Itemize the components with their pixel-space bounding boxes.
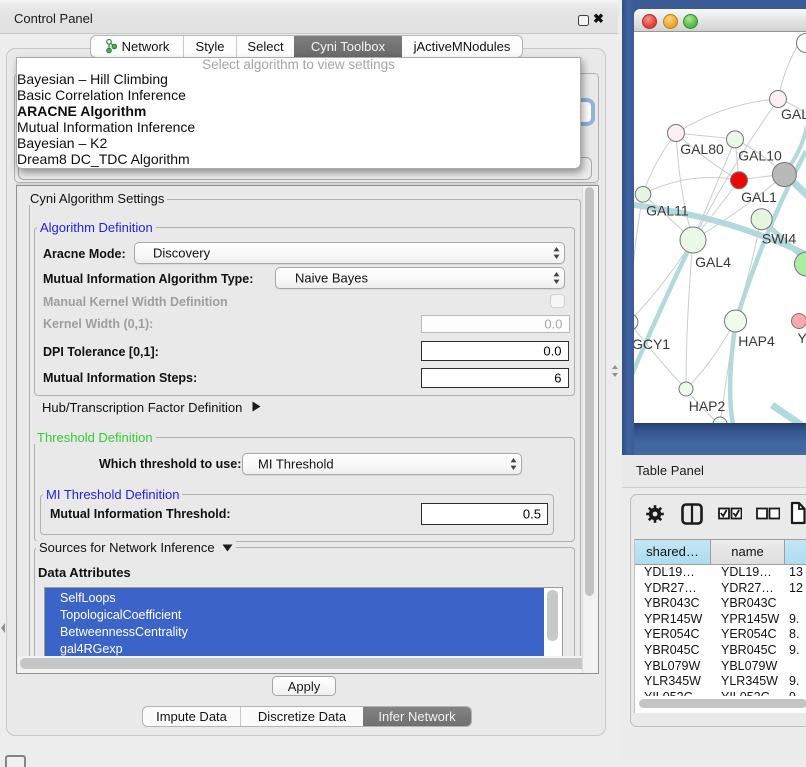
svg-text:GAL80: GAL80: [680, 141, 724, 157]
svg-text:GAL7: GAL7: [781, 106, 806, 122]
svg-text:GAL11: GAL11: [646, 203, 689, 219]
svg-text:GAL10: GAL10: [738, 148, 782, 164]
svg-text:HAP4: HAP4: [738, 333, 775, 349]
svg-text:GCY1: GCY1: [634, 336, 670, 352]
svg-text:GAL1: GAL1: [741, 189, 777, 205]
svg-text:GAL4: GAL4: [695, 254, 731, 270]
svg-text:Y: Y: [798, 330, 806, 346]
svg-text:SWI4: SWI4: [762, 230, 796, 246]
svg-text:HAP2: HAP2: [689, 398, 726, 414]
